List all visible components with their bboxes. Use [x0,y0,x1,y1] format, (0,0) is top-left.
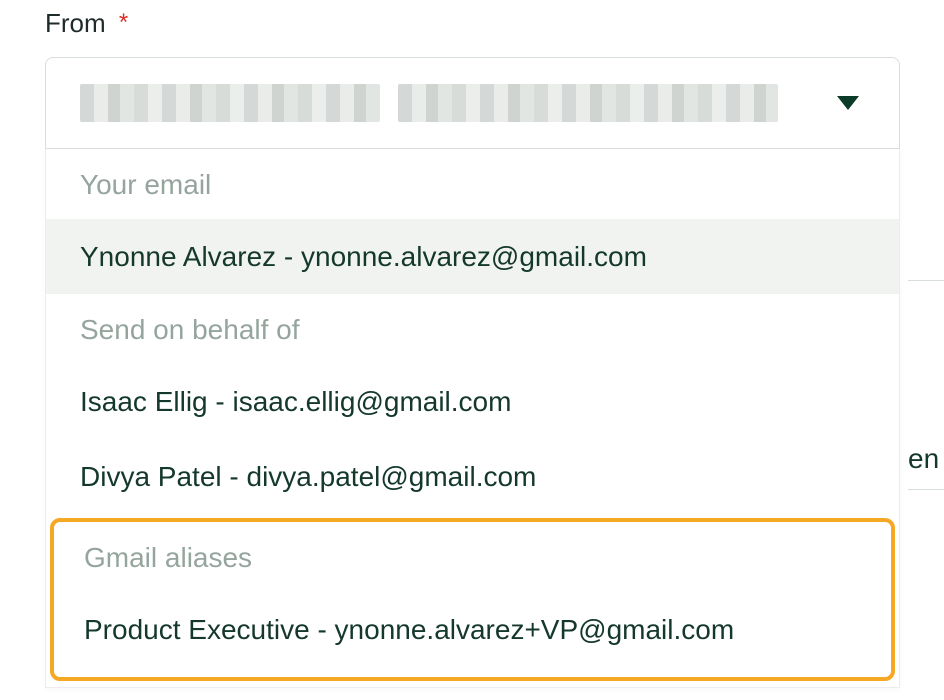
background-text: en [908,443,939,475]
chevron-down-icon [837,96,859,110]
obscured-segment [398,84,778,122]
required-indicator: * [119,9,128,36]
obscured-segment [80,84,380,122]
option-alias-product-executive[interactable]: Product Executive - ynonne.alvarez+VP@gm… [54,592,891,667]
option-your-email[interactable]: Ynonne Alvarez - ynonne.alvarez@gmail.co… [46,219,899,294]
option-label: Isaac Ellig - isaac.ellig@gmail.com [80,386,511,417]
field-label: From [45,8,106,38]
obscured-value [80,84,837,122]
select-current-value [80,84,837,122]
group-header-gmail-aliases: Gmail aliases [54,522,891,592]
group-header-your-email: Your email [46,149,899,219]
group-header-send-on-behalf: Send on behalf of [46,294,899,364]
from-field: From * Your email Ynonne Alvarez - ynonn… [45,0,900,688]
from-select[interactable] [45,57,900,149]
option-label: Ynonne Alvarez - ynonne.alvarez@gmail.co… [80,241,647,272]
option-behalf-isaac[interactable]: Isaac Ellig - isaac.ellig@gmail.com [46,364,899,439]
option-behalf-divya[interactable]: Divya Patel - divya.patel@gmail.com [46,439,899,514]
gmail-aliases-highlight: Gmail aliases Product Executive - ynonne… [50,518,895,681]
from-dropdown: Your email Ynonne Alvarez - ynonne.alvar… [45,149,900,688]
option-label: Product Executive - ynonne.alvarez+VP@gm… [84,614,734,645]
field-label-row: From * [45,8,900,39]
option-label: Divya Patel - divya.patel@gmail.com [80,461,536,492]
background-text-fragment: en [908,434,944,484]
